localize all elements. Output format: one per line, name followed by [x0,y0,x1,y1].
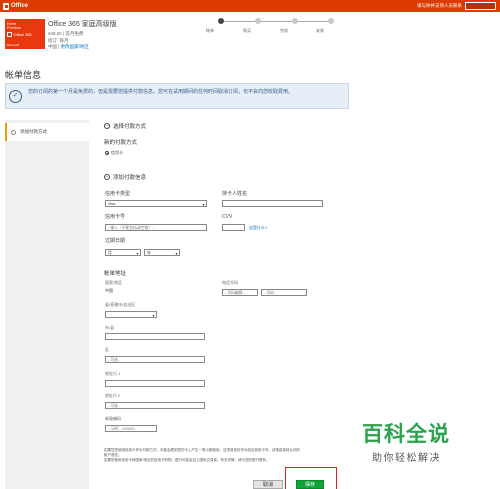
postal-label: 邮政编码 [105,416,121,421]
radio-selected-icon [105,151,109,155]
step-dot-icon [255,18,261,24]
district-label: 区 [105,347,109,352]
product-name: Office 365 家庭高级版 [48,21,117,28]
fine-print-line3: 如果您使用信用卡转国家/地区的信用卡购物，银行可能会加上国际交易费，有关详情，请… [104,458,270,462]
account-button[interactable] [465,2,496,10]
phone-area-input[interactable]: - 号码编辑 - [222,289,258,296]
step-complete: 完成 [280,18,310,33]
tile-microsoft: Microsoft [7,43,20,47]
chevron-down-icon: ▾ [202,201,205,207]
product-info: Office 365 家庭高级版 ¥49.00 | 首月免费 续订: 每月 中国… [48,19,117,51]
phone-number-input[interactable]: - 号码 - [261,289,307,296]
watermark: 百科全说 助你轻松解决 [362,418,482,464]
district-input[interactable]: - 可选 - [105,356,205,363]
top-bar: Office 请与你并支持人员联系 [0,0,500,12]
office-logo-icon [3,2,9,10]
cvv-label: CVV [222,214,233,220]
office-icon [7,32,12,37]
chevron-down-icon: ▾ [136,250,139,256]
payment-form: − 选择付款方式 新的付款方式 信用卡 − 添加付款信息 信用卡类型 Visa ▾… [96,120,352,489]
step-dot-icon [328,18,334,24]
minus-circle-icon: − [104,174,110,180]
expiry-year-select[interactable]: 年 ▾ [144,249,180,256]
cvv-help-link[interactable]: 这是什么? [249,225,267,231]
chevron-down-icon: ▾ [152,312,155,318]
province-select[interactable]: ▾ [105,311,157,318]
info-notice: ✓ 您的订阅的第一个月是免费的，但是需要您提供付款信息。您可在试用期间的任何时间… [5,83,349,109]
watermark-title: 百科全说 [362,422,450,446]
postal-input[interactable]: - 示例：200000 - [105,425,157,432]
section-add-payment-info: − 添加付款信息 [104,174,147,181]
change-country-link[interactable]: 更改国家/地区 [61,44,89,49]
sidebar: 添加付款方式 [5,120,89,489]
card-number-input[interactable]: - 输入（不能包括或空格）- [105,224,207,231]
address-line1-input[interactable] [105,380,205,387]
page-title: 帐单信息 [5,70,42,80]
address-line2-label: 地址行 2 [105,393,121,398]
phone-label: 电话号码 [222,280,238,285]
expiry-label: 过期日期 [105,238,126,244]
step-dot-icon [218,18,224,24]
holder-input[interactable] [222,200,323,207]
step-install: 安装 [316,18,346,33]
cvv-input[interactable] [222,224,245,231]
progress-track [221,21,331,22]
step-billing: 帐单 [206,18,236,33]
fine-print: 如果您您使用信用卡作为付款方式，可能会看到您的卡上产生一笔小额费用，这项费用仅作… [104,448,342,463]
country-value: 中国 [105,288,113,293]
country-label: 国家/地区 [105,280,123,285]
chevron-down-icon: ▾ [175,250,178,256]
step-purchase: 购买 [243,18,273,33]
credit-card-radio[interactable]: 信用卡 [105,150,123,156]
highlight-box [285,467,337,489]
card-number-label: 信用卡号 [105,214,126,220]
brand-label: Office [11,3,29,9]
province-label: 省/直辖市/自治区 [105,302,136,307]
billing-address-heading: 帐单地址 [104,271,127,277]
product-tile: Home Premium Office 365 Microsoft [5,19,45,49]
address-line2-input[interactable]: - 可选 - [105,402,205,409]
holder-label: 持卡人姓名 [222,191,248,197]
step-circle-icon [11,129,16,135]
address-line1-label: 地址行 1 [105,371,121,376]
cancel-button[interactable]: 取消 [253,480,283,489]
city-input[interactable] [105,333,205,340]
checkout-progress: 帐单 购买 完成 安装 [206,18,334,36]
office-brand[interactable]: Office [3,2,28,10]
tile-office: Office 365 [7,32,43,37]
tile-line2: Premium [7,26,22,30]
section-choose-payment: − 选择付款方式 [104,123,147,130]
sidebar-item-add-payment[interactable]: 添加付款方式 [5,123,89,141]
step-dot-icon [292,18,298,24]
minus-circle-icon: − [104,123,110,129]
product-country: 中国 | 更改国家/地区 [48,44,89,49]
notice-text: 您的订阅的第一个月是免费的，但是需要您提供付款信息。您可在试用期间的任何时间取消… [28,89,294,95]
new-payment-heading: 新的付款方式 [104,140,138,146]
card-type-label: 信用卡类型 [105,191,131,197]
check-circle-icon: ✓ [9,90,22,103]
card-type-select[interactable]: Visa ▾ [105,200,207,207]
expiry-month-select[interactable]: 月 ▾ [105,249,141,256]
sidebar-item-label: 添加付款方式 [20,129,47,134]
city-label: 市/县 [105,325,115,330]
support-link[interactable]: 请与你并支持人员联系 [417,3,462,9]
watermark-subtitle: 助你轻松解决 [372,453,441,464]
